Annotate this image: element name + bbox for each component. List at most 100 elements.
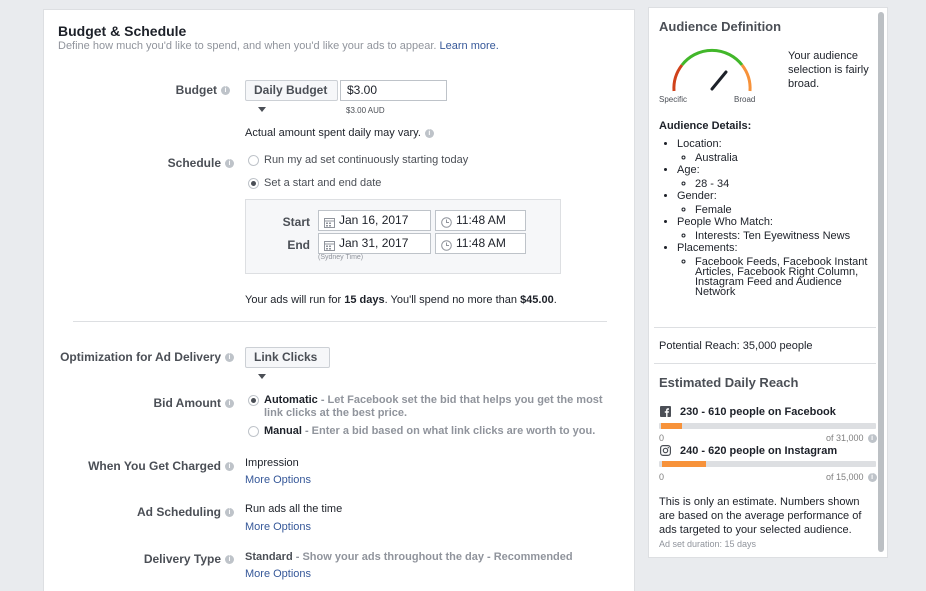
charged-more-options-link[interactable]: More Options xyxy=(245,474,311,486)
subtitle-text: Define how much you'd like to spend, and… xyxy=(58,40,437,52)
learn-more-link[interactable]: Learn more. xyxy=(440,40,499,52)
end-time-field[interactable]: 11:48 AM xyxy=(435,233,526,254)
gauge-chart xyxy=(672,48,752,92)
schedule-label-text: Schedule xyxy=(167,156,221,170)
side-divider xyxy=(654,327,876,328)
detail-value: Interests: Ten Eyewitness News xyxy=(695,231,871,242)
ad-scheduling-label: Ad Scheduling i xyxy=(100,505,234,519)
run-days: 15 days xyxy=(344,294,385,306)
facebook-reach-max-text: of 31,000 xyxy=(826,433,864,443)
bid-automatic-title: Automatic xyxy=(264,394,318,406)
budget-note-text: Actual amount spent daily may vary. xyxy=(245,127,421,139)
optimization-value: Link Clicks xyxy=(254,350,318,364)
schedule-continuous-radio[interactable] xyxy=(248,155,259,166)
ad-set-duration: Ad set duration: 15 days xyxy=(659,539,757,549)
info-icon[interactable]: i xyxy=(225,353,234,363)
run-summary: Your ads will run for 15 days. You'll sp… xyxy=(245,294,557,306)
schedule-option-continuous[interactable]: Run my ad set continuously starting toda… xyxy=(264,154,468,166)
facebook-reach-bar xyxy=(659,423,876,429)
info-icon[interactable]: i xyxy=(225,508,234,518)
detail-label: Age: xyxy=(677,164,700,176)
start-time-value: 11:48 AM xyxy=(456,213,506,227)
reach-estimate-note: This is only an estimate. Numbers shown … xyxy=(659,496,862,536)
bid-automatic-desc-2: link clicks at the best price. xyxy=(264,407,408,419)
instagram-reach-min: 0 xyxy=(659,472,665,482)
timezone-note: (Sydney Time) xyxy=(318,254,364,261)
detail-placements: Placements: Facebook Feeds, Facebook Ins… xyxy=(677,242,871,298)
facebook-icon xyxy=(660,406,671,420)
end-date-value: Jan 31, 2017 xyxy=(339,236,409,250)
gauge-left-label: Specific xyxy=(659,95,688,104)
bid-manual-radio[interactable] xyxy=(248,426,259,437)
ad-scheduling-label-text: Ad Scheduling xyxy=(137,505,221,519)
end-date-field[interactable]: Jan 31, 2017 xyxy=(318,233,431,254)
optimization-dropdown[interactable]: Link Clicks xyxy=(245,347,330,380)
section-subtitle: Define how much you'd like to spend, and… xyxy=(58,40,499,52)
detail-label: People Who Match: xyxy=(677,216,773,228)
info-icon[interactable]: i xyxy=(867,434,877,444)
clock-icon xyxy=(441,238,452,257)
bid-amount-label: Bid Amount i xyxy=(130,396,234,410)
schedule-option-dates[interactable]: Set a start and end date xyxy=(264,177,381,189)
ad-scheduling-value: Run ads all the time xyxy=(245,503,343,515)
caret-down-icon xyxy=(258,107,266,113)
detail-gender: Gender: Female xyxy=(677,190,871,216)
detail-label: Placements: xyxy=(677,242,738,254)
schedule-dates-radio[interactable] xyxy=(248,178,259,189)
gauge-needle xyxy=(710,70,728,91)
info-icon[interactable]: i xyxy=(221,86,230,96)
budget-type-dropdown[interactable]: Daily Budget xyxy=(245,80,338,113)
delivery-type-desc: - Show your ads throughout the day - Rec… xyxy=(292,551,573,563)
bid-automatic-option[interactable]: Automatic - Let Facebook set the bid tha… xyxy=(264,394,603,420)
delivery-type-value: Standard - Show your ads throughout the … xyxy=(245,551,573,563)
audience-summary: Your audience selection is fairly broad. xyxy=(788,50,869,90)
gauge-segment-red xyxy=(672,64,684,92)
info-icon[interactable]: i xyxy=(225,555,234,565)
section-divider xyxy=(73,321,607,322)
potential-reach: Potential Reach: 35,000 people xyxy=(659,340,813,352)
detail-label: Gender: xyxy=(677,190,717,202)
bid-manual-title: Manual xyxy=(264,425,302,437)
detail-value: Female xyxy=(695,205,871,216)
bid-manual-option[interactable]: Manual - Enter a bid based on what link … xyxy=(264,425,595,437)
info-icon[interactable]: i xyxy=(225,159,234,169)
delivery-type-label: Delivery Type i xyxy=(100,552,234,566)
start-date-field[interactable]: Jan 16, 2017 xyxy=(318,210,431,231)
run-summary-mid: . You'll spend no more than xyxy=(384,294,521,306)
info-icon[interactable]: i xyxy=(424,128,434,138)
facebook-reach-max: of 31,000 i xyxy=(826,433,877,444)
audience-gauge xyxy=(668,44,756,99)
delivery-more-options-link[interactable]: More Options xyxy=(245,568,311,580)
section-title: Budget & Schedule xyxy=(58,23,187,39)
charged-value: Impression xyxy=(245,457,299,469)
optimization-label: Optimization for Ad Delivery i xyxy=(60,350,234,364)
bid-amount-label-text: Bid Amount xyxy=(153,396,221,410)
side-scrollbar[interactable] xyxy=(878,12,884,552)
info-icon[interactable]: i xyxy=(225,399,234,409)
info-icon[interactable]: i xyxy=(225,462,234,472)
scheduling-more-options-link[interactable]: More Options xyxy=(245,521,311,533)
facebook-reach-text: 230 - 610 people on Facebook xyxy=(680,406,836,418)
info-icon[interactable]: i xyxy=(867,473,877,483)
instagram-icon xyxy=(660,445,672,459)
optimization-label-text: Optimization for Ad Delivery xyxy=(60,350,221,364)
gauge-segment-green xyxy=(680,48,744,66)
budget-label-text: Budget xyxy=(175,83,217,97)
start-time-field[interactable]: 11:48 AM xyxy=(435,210,526,231)
audience-title: Audience Definition xyxy=(659,19,782,34)
side-divider xyxy=(654,363,876,364)
audience-details-list: Location: Australia Age: 28 - 34 Gender:… xyxy=(659,137,871,298)
budget-note: Actual amount spent daily may vary. i xyxy=(245,127,434,139)
charged-label: When You Get Charged i xyxy=(60,459,234,473)
instagram-reach-text: 240 - 620 people on Instagram xyxy=(680,445,838,457)
budget-type-label: Daily Budget xyxy=(254,83,328,97)
detail-people-who-match: People Who Match: Interests: Ten Eyewitn… xyxy=(677,216,871,242)
detail-age: Age: 28 - 34 xyxy=(677,164,871,190)
bid-manual-desc: - Enter a bid based on what link clicks … xyxy=(301,425,596,437)
schedule-label: Schedule i xyxy=(130,156,234,170)
detail-value: 28 - 34 xyxy=(695,179,871,190)
bid-automatic-radio[interactable] xyxy=(248,395,259,406)
bid-automatic-desc: - Let Facebook set the bid that helps yo… xyxy=(317,394,603,406)
budget-amount-input[interactable]: $3.00 xyxy=(340,80,447,101)
start-date-value: Jan 16, 2017 xyxy=(339,213,409,227)
